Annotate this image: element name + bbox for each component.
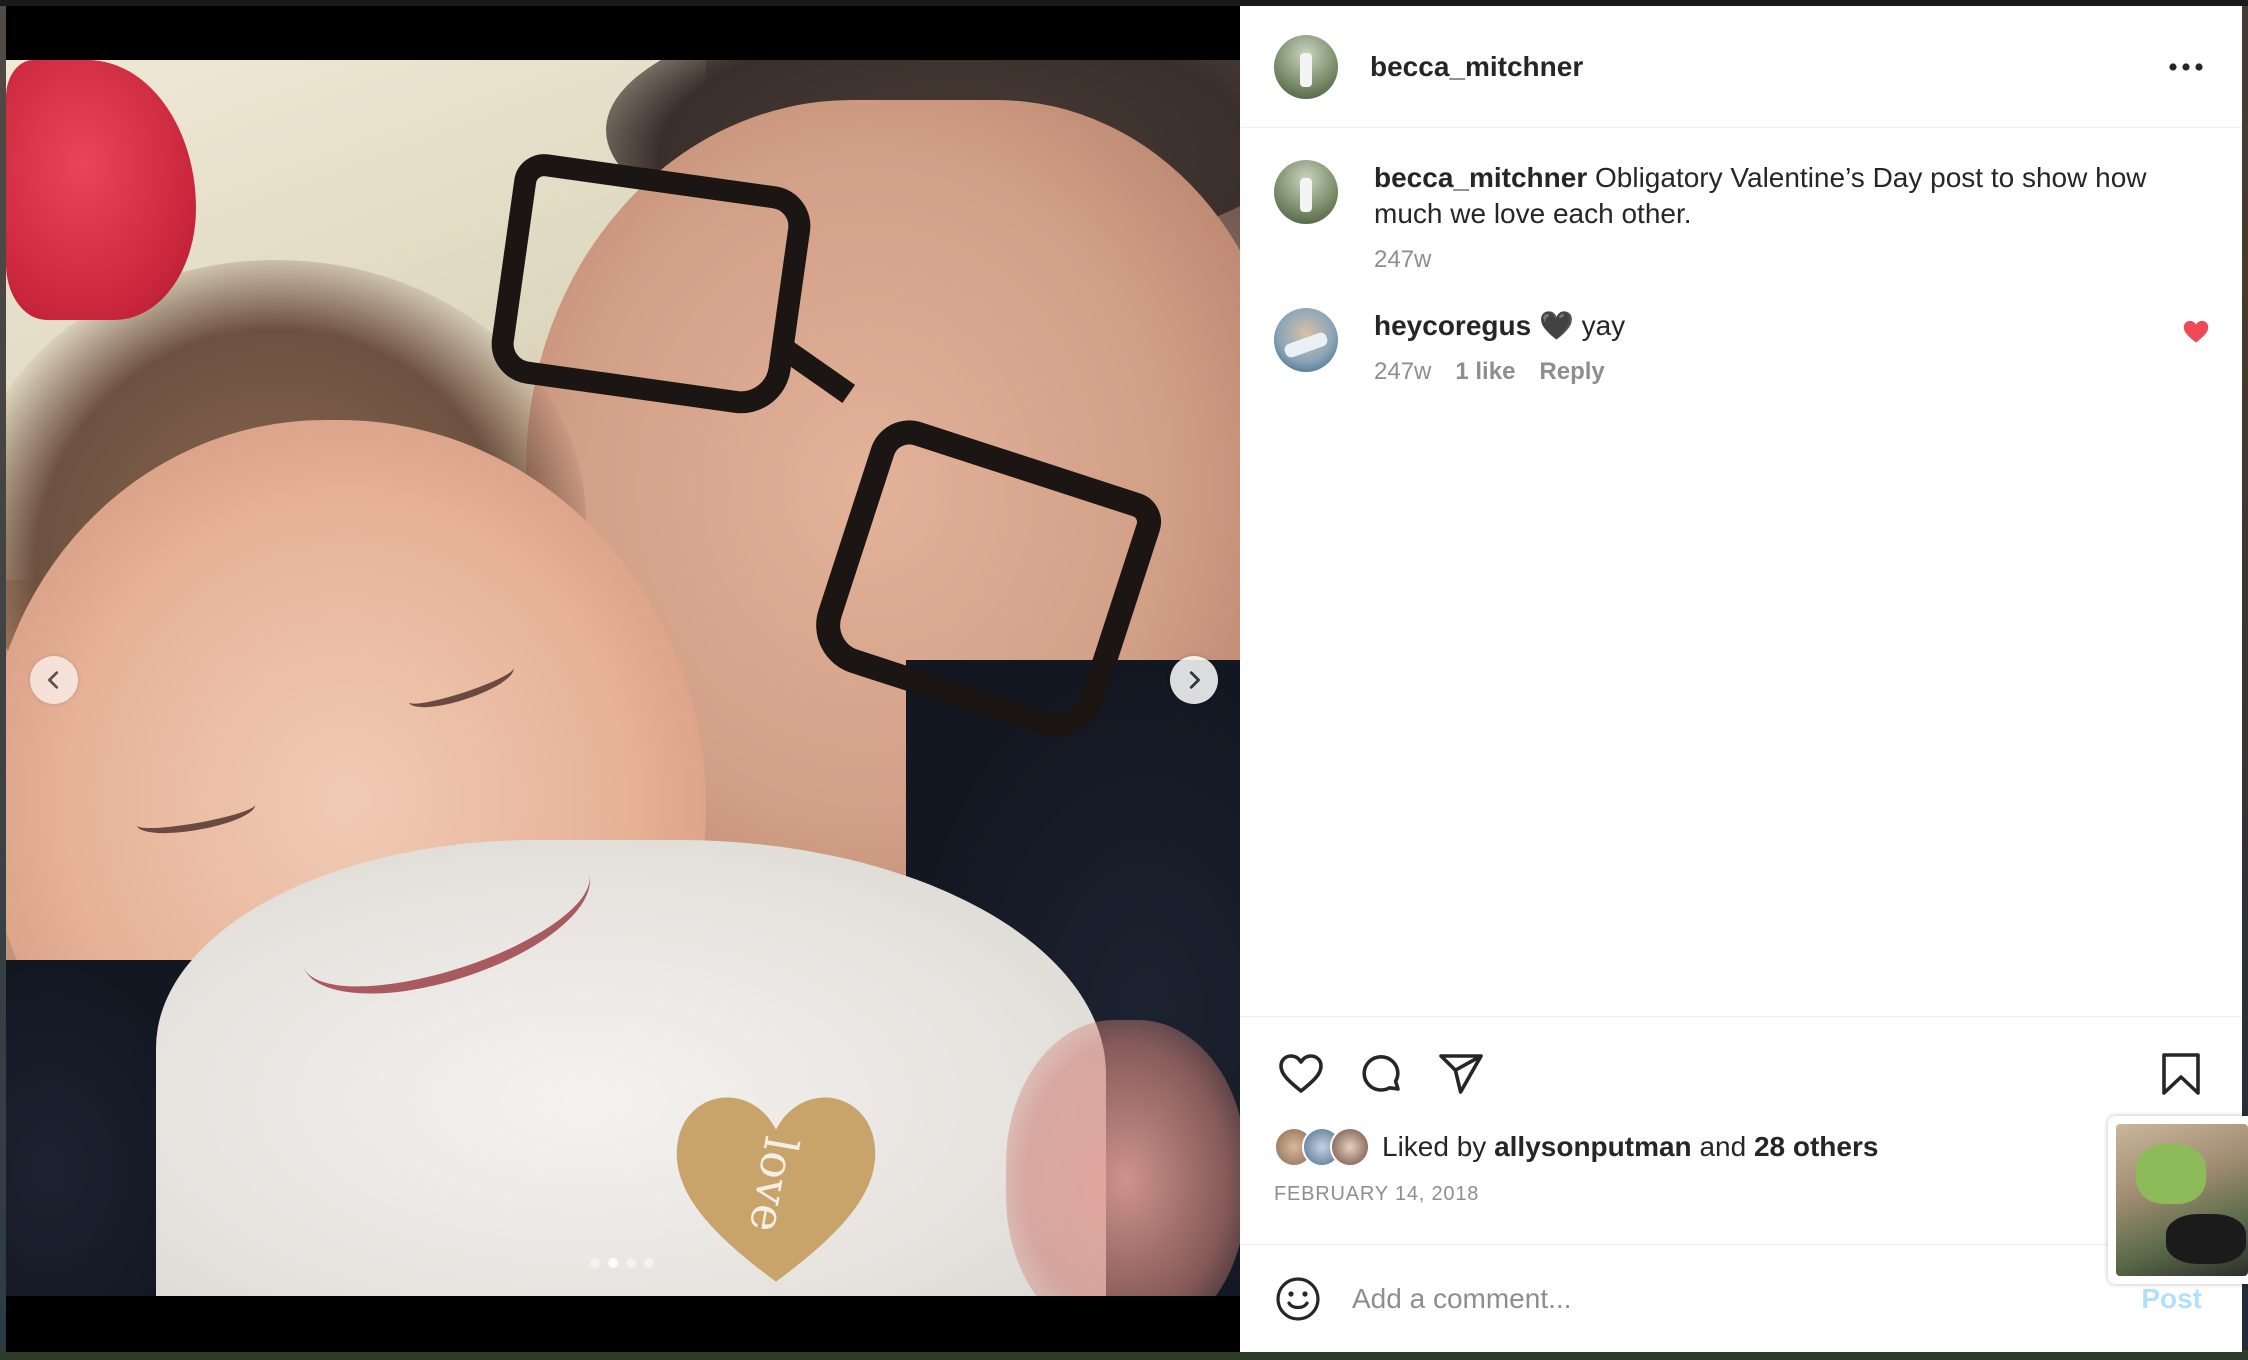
comment-timestamp[interactable]: 247w bbox=[1374, 358, 1431, 386]
post-actions: Liked by allysonputman and 28 others FEB… bbox=[1240, 1016, 2242, 1244]
chevron-right-icon bbox=[1189, 671, 1200, 689]
bookmark-icon bbox=[2162, 1053, 2200, 1095]
like-button[interactable] bbox=[1274, 1047, 1328, 1101]
post-comment-button[interactable]: Post bbox=[2141, 1283, 2202, 1315]
liker-avatars bbox=[1274, 1127, 1370, 1167]
slide-dot bbox=[590, 1258, 600, 1268]
slide-dot bbox=[626, 1258, 636, 1268]
likes-prefix: Liked by bbox=[1382, 1131, 1487, 1162]
save-button[interactable] bbox=[2154, 1047, 2208, 1101]
more-horizontal-icon bbox=[2169, 62, 2203, 71]
chevron-left-icon bbox=[48, 671, 59, 689]
heart-filled-icon[interactable] bbox=[2182, 318, 2210, 346]
comment-text: 🖤 yay bbox=[1538, 310, 1626, 341]
slide-indicator bbox=[590, 1258, 654, 1268]
paper-plane-icon bbox=[1439, 1054, 1483, 1094]
post-modal: love becca_mitchner becca_mitchner Oblig… bbox=[6, 6, 2242, 1352]
post-date[interactable]: FEBRUARY 14, 2018 bbox=[1274, 1183, 2208, 1206]
likes-summary: Liked by allysonputman and 28 others bbox=[1274, 1127, 2208, 1167]
comment-username[interactable]: heycoregus bbox=[1374, 310, 1531, 341]
comment-button[interactable] bbox=[1354, 1047, 1408, 1101]
comment-like-count[interactable]: 1 like bbox=[1455, 358, 1515, 386]
video-thumbnail-popup[interactable] bbox=[2108, 1116, 2248, 1284]
heart-outline-icon bbox=[1279, 1054, 1323, 1093]
likes-joiner: and bbox=[1699, 1131, 1747, 1162]
avatar[interactable] bbox=[1274, 34, 1338, 99]
comment-input[interactable] bbox=[1352, 1282, 2142, 1315]
caption-timestamp[interactable]: 247w bbox=[1374, 246, 1431, 274]
caption: becca_mitchner Obligatory Valentine’s Da… bbox=[1274, 160, 2210, 274]
post-sidebar: becca_mitchner becca_mitchner Obligatory… bbox=[1240, 6, 2242, 1352]
liker-username[interactable]: allysonputman bbox=[1494, 1131, 1692, 1163]
comment-item: heycoregus 🖤 yay 247w 1 like Reply bbox=[1274, 308, 2210, 386]
slide-dot bbox=[644, 1258, 654, 1268]
comment-bubble-icon bbox=[1362, 1055, 1400, 1092]
header-username[interactable]: becca_mitchner bbox=[1370, 51, 1583, 83]
post-header: becca_mitchner bbox=[1240, 6, 2242, 128]
avatar[interactable] bbox=[1274, 160, 1338, 224]
share-button[interactable] bbox=[1434, 1047, 1488, 1101]
emoji-button[interactable] bbox=[1274, 1275, 1322, 1323]
glitter-heart-graphic: love bbox=[676, 1097, 876, 1282]
previous-slide-button[interactable] bbox=[30, 656, 78, 704]
likes-others-link[interactable]: 28 others bbox=[1754, 1131, 1879, 1163]
reply-button[interactable]: Reply bbox=[1539, 358, 1604, 386]
post-media: love bbox=[6, 6, 1240, 1352]
avatar bbox=[1330, 1127, 1370, 1167]
avatar[interactable] bbox=[1274, 308, 1338, 372]
post-photo: love bbox=[6, 60, 1240, 1296]
slide-dot-active bbox=[608, 1258, 618, 1268]
comments-list[interactable]: becca_mitchner Obligatory Valentine’s Da… bbox=[1240, 128, 2242, 1016]
video-thumbnail[interactable] bbox=[2116, 1124, 2248, 1276]
caption-username[interactable]: becca_mitchner bbox=[1374, 162, 1587, 193]
smiley-icon bbox=[1276, 1276, 1320, 1321]
next-slide-button[interactable] bbox=[1170, 656, 1218, 704]
more-options-button[interactable] bbox=[2162, 43, 2210, 91]
add-comment-bar: Post bbox=[1240, 1244, 2242, 1352]
